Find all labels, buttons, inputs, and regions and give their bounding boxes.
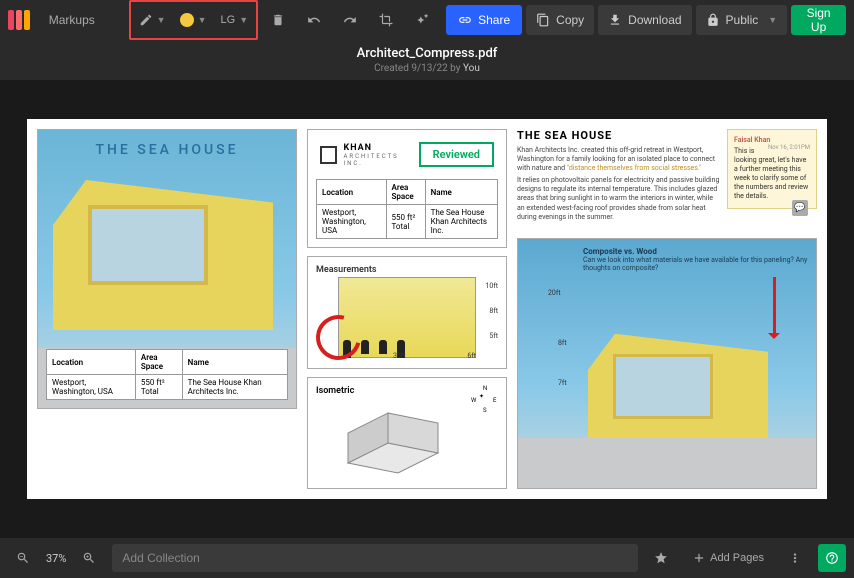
document-title: Architect_Compress.pdf: [357, 46, 498, 61]
chevron-down-icon: ▼: [157, 15, 166, 25]
zoom-out-button[interactable]: [8, 544, 38, 572]
magic-button[interactable]: [406, 4, 438, 36]
comment-marker-icon[interactable]: 💬: [792, 200, 808, 216]
chevron-down-icon: ▼: [198, 15, 207, 25]
document-meta: Created 9/13/22 by You: [374, 63, 480, 74]
isometric-panel: Isometric N W E S ✦: [307, 377, 507, 490]
header-info-table: LocationArea SpaceName Westport, Washing…: [316, 179, 498, 239]
header-panel: KHANARCHITECTS INC. Reviewed LocationAre…: [307, 129, 507, 248]
detail-image-panel: Composite vs. Wood Can we look into what…: [517, 238, 817, 489]
pdf-page: THE SEA HOUSE LocationArea SpaceName Wes…: [27, 119, 827, 499]
crop-icon: [379, 13, 393, 27]
zoom-out-icon: [16, 551, 30, 565]
more-vertical-icon: [788, 551, 802, 565]
redo-button[interactable]: [334, 4, 366, 36]
trash-icon: [271, 13, 285, 27]
bottom-toolbar: 37% Add Pages: [0, 538, 854, 578]
color-swatch: [180, 13, 194, 27]
hero-title: THE SEA HOUSE: [38, 142, 296, 158]
download-label: Download: [628, 13, 681, 27]
zoom-in-button[interactable]: [74, 544, 104, 572]
favorite-button[interactable]: [646, 544, 676, 572]
info-table: LocationArea SpaceName Westport, Washing…: [46, 349, 288, 400]
delete-button[interactable]: [262, 4, 294, 36]
copy-label: Copy: [556, 13, 584, 27]
download-icon: [608, 13, 622, 27]
copy-icon: [536, 13, 550, 27]
section-title: THE SEA HOUSE: [517, 129, 722, 142]
section-description: Khan Architects Inc. created this off-gr…: [517, 146, 722, 173]
top-toolbar: Markups ▼ ▼ LG ▼ Share Copy: [0, 0, 854, 40]
size-picker-button[interactable]: LG ▼: [215, 4, 255, 36]
signup-button[interactable]: Sign Up: [791, 5, 846, 35]
redo-icon: [343, 13, 357, 27]
share-button[interactable]: Share: [446, 5, 522, 35]
undo-icon: [307, 13, 321, 27]
download-button[interactable]: Download: [598, 5, 691, 35]
hand-drawn-arrow-annotation: [773, 277, 776, 337]
document-titlebar: Architect_Compress.pdf Created 9/13/22 b…: [0, 40, 854, 80]
crop-button[interactable]: [370, 4, 402, 36]
comment-sticky-note[interactable]: Faisal Khan Nov 16, 2:01PM This is looki…: [727, 129, 817, 209]
isometric-diagram: [328, 403, 468, 488]
color-picker-button[interactable]: ▼: [174, 4, 213, 36]
annotation-tools-highlight: ▼ ▼ LG ▼: [129, 0, 258, 40]
zoom-percentage: 37%: [46, 552, 66, 565]
zoom-in-icon: [82, 551, 96, 565]
size-label: LG: [221, 14, 236, 26]
pen-icon: [139, 13, 153, 27]
undo-button[interactable]: [298, 4, 330, 36]
visibility-label: Public: [726, 13, 759, 27]
lock-icon: [706, 13, 720, 27]
measurements-panel: Measurements 10ft 8ft 5ft 30ft 6ft: [307, 256, 507, 369]
more-options-button[interactable]: [780, 544, 810, 572]
markups-label: Markups: [49, 13, 95, 27]
pen-tool-button[interactable]: ▼: [133, 4, 172, 36]
star-icon: [654, 551, 668, 565]
link-icon: [458, 13, 472, 27]
khan-logo: KHANARCHITECTS INC.: [320, 143, 419, 167]
copy-button[interactable]: Copy: [526, 5, 594, 35]
share-label: Share: [478, 13, 510, 27]
add-page-icon: [692, 551, 706, 565]
app-logo[interactable]: [8, 10, 30, 30]
help-icon: [825, 551, 839, 565]
chevron-down-icon: ▼: [768, 15, 777, 25]
hero-image-panel: THE SEA HOUSE LocationArea SpaceName Wes…: [37, 129, 297, 409]
chevron-down-icon: ▼: [239, 15, 248, 25]
collection-input[interactable]: [112, 544, 638, 572]
reviewed-badge: Reviewed: [419, 142, 494, 167]
document-canvas[interactable]: THE SEA HOUSE LocationArea SpaceName Wes…: [0, 80, 854, 538]
help-button[interactable]: [818, 544, 846, 572]
visibility-button[interactable]: Public ▼: [696, 5, 788, 35]
sparkle-icon: [415, 13, 429, 27]
add-pages-button[interactable]: Add Pages: [684, 544, 772, 572]
markups-button[interactable]: Markups: [42, 4, 96, 36]
